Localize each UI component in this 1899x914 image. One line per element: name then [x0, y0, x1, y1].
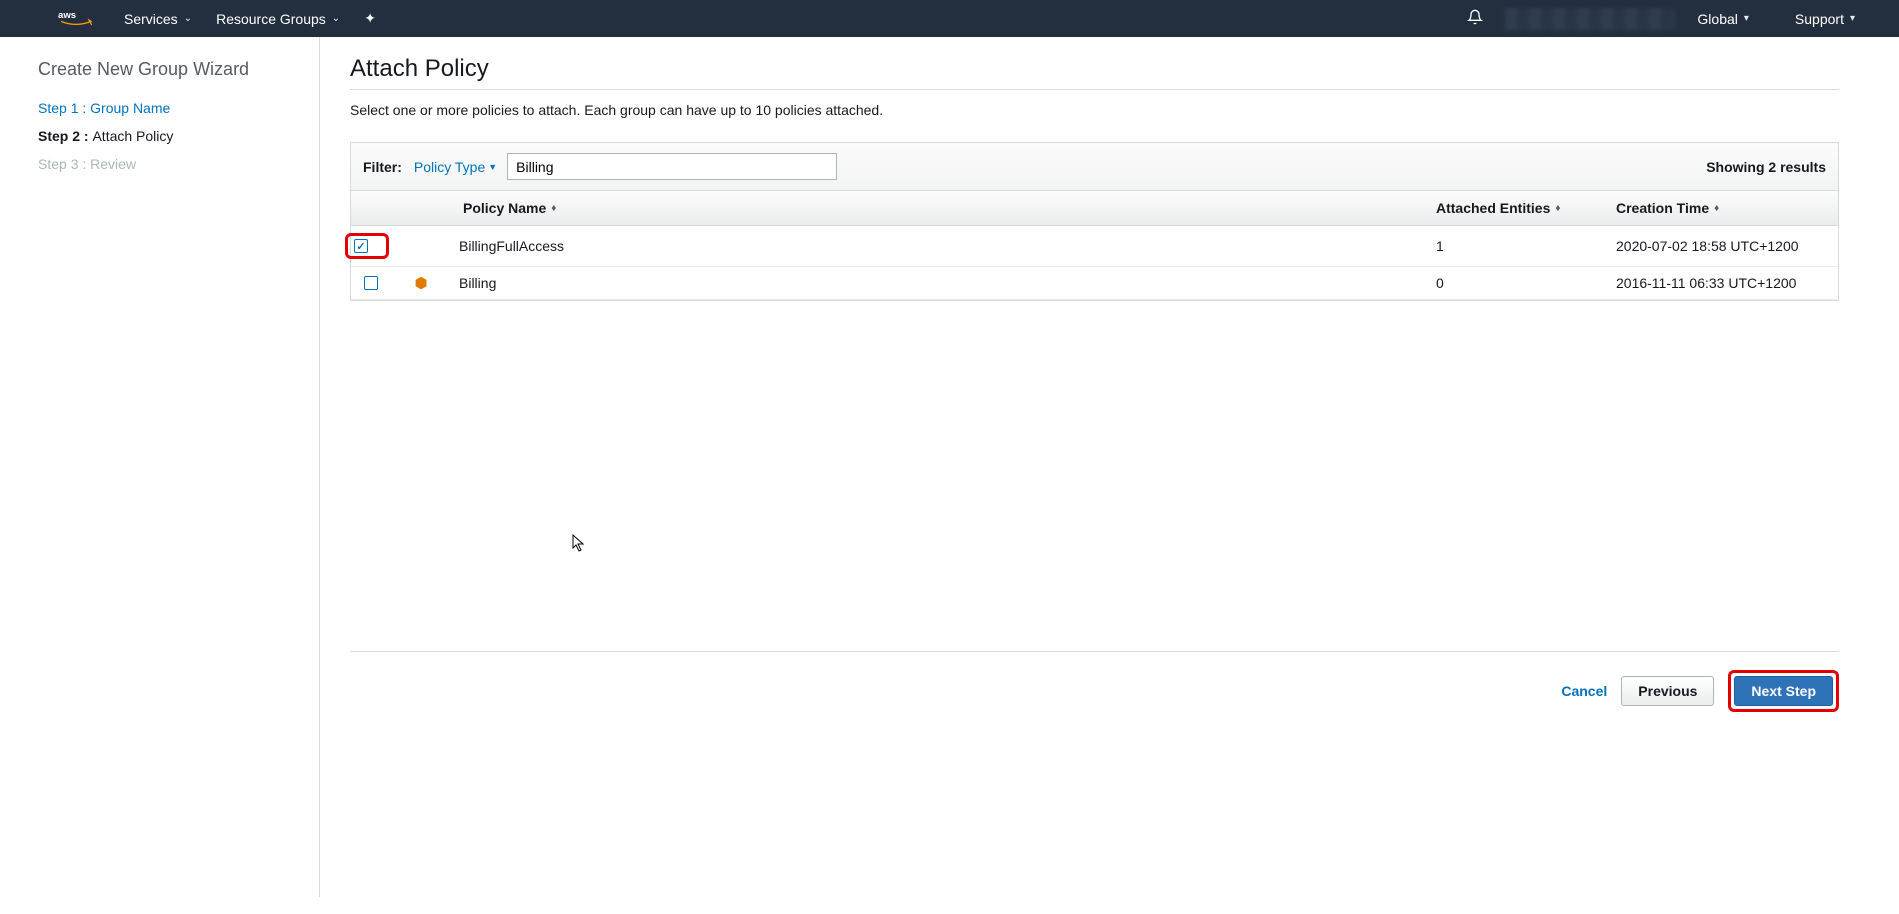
footer-buttons: Cancel Previous Next Step — [350, 651, 1839, 730]
th-attached-label: Attached Entities — [1436, 200, 1550, 216]
checkbox-highlight — [345, 233, 389, 259]
chevron-down-icon: ▾ — [1744, 13, 1749, 24]
top-nav-right: Global ▾ Support ▾ — [1467, 8, 1879, 30]
divider — [350, 89, 1839, 90]
wizard-title: Create New Group Wizard — [38, 59, 293, 80]
wizard-step-2-prefix: Step 2 : — [38, 128, 89, 144]
main: Create New Group Wizard Step 1 : Group N… — [0, 37, 1899, 897]
filter-bar: Filter: Policy Type ▼ Showing 2 results — [351, 143, 1838, 191]
row-checkbox[interactable] — [364, 276, 378, 290]
table-row[interactable]: BillingFullAccess12020-07-02 18:58 UTC+1… — [351, 226, 1838, 267]
cell-policy-icon — [391, 239, 451, 253]
chevron-down-icon: ⌄ — [184, 13, 192, 24]
table-header: Policy Name ♦ Attached Entities ♦ Creati… — [351, 191, 1838, 226]
sort-icon: ♦ — [551, 205, 556, 212]
cell-policy-icon: ⬢ — [391, 267, 451, 299]
cancel-button[interactable]: Cancel — [1561, 683, 1607, 699]
nav-region-label: Global — [1697, 11, 1737, 27]
bell-icon[interactable] — [1467, 9, 1483, 29]
cell-attached: 0 — [1428, 268, 1608, 298]
sidebar: Create New Group Wizard Step 1 : Group N… — [0, 37, 320, 897]
filter-label: Filter: — [363, 159, 402, 175]
nav-services-label: Services — [124, 11, 178, 27]
top-nav: aws Services ⌄ Resource Groups ⌄ ✦ Globa… — [0, 0, 1899, 37]
table-body: BillingFullAccess12020-07-02 18:58 UTC+1… — [351, 226, 1838, 300]
row-checkbox[interactable] — [354, 239, 368, 253]
nav-region[interactable]: Global ▾ — [1697, 11, 1749, 27]
nav-support-label: Support — [1795, 11, 1844, 27]
nav-services[interactable]: Services ⌄ — [124, 11, 192, 27]
wizard-step-2: Step 2 : Attach Policy — [38, 128, 293, 144]
th-attached[interactable]: Attached Entities ♦ — [1428, 191, 1608, 225]
cell-checkbox — [351, 226, 391, 266]
managed-policy-icon: ⬢ — [414, 275, 427, 292]
sort-icon: ♦ — [1714, 205, 1719, 212]
th-policy-name-label: Policy Name — [463, 200, 546, 216]
nav-resource-groups[interactable]: Resource Groups ⌄ — [216, 11, 340, 27]
sort-icon: ♦ — [1555, 205, 1560, 212]
chevron-down-icon: ▾ — [1850, 13, 1855, 24]
previous-button[interactable]: Previous — [1621, 676, 1714, 706]
th-icon — [391, 191, 451, 225]
aws-logo-icon: aws — [58, 8, 94, 30]
page-description: Select one or more policies to attach. E… — [350, 102, 1839, 118]
account-menu[interactable] — [1505, 8, 1675, 30]
content: Attach Policy Select one or more policie… — [320, 37, 1899, 897]
cell-attached: 1 — [1428, 231, 1608, 261]
page-title: Attach Policy — [350, 55, 1839, 83]
nav-resource-groups-label: Resource Groups — [216, 11, 326, 27]
filter-type-dropdown[interactable]: Policy Type ▼ — [414, 159, 497, 175]
aws-logo[interactable]: aws — [58, 8, 94, 30]
cell-checkbox — [351, 269, 391, 297]
th-policy-name[interactable]: Policy Name ♦ — [451, 191, 1428, 225]
wizard-step-1[interactable]: Step 1 : Group Name — [38, 100, 293, 116]
th-creation[interactable]: Creation Time ♦ — [1608, 191, 1838, 225]
nav-support[interactable]: Support ▾ — [1795, 11, 1855, 27]
wizard-step-3: Step 3 : Review — [38, 156, 293, 172]
filter-search-input[interactable] — [507, 153, 837, 180]
wizard-step-2-name: Attach Policy — [92, 128, 173, 144]
chevron-down-icon: ⌄ — [332, 13, 340, 24]
table-row[interactable]: ⬢ Billing02016-11-11 06:33 UTC+1200 — [351, 267, 1838, 300]
cell-creation: 2016-11-11 06:33 UTC+1200 — [1608, 268, 1838, 298]
svg-text:aws: aws — [58, 9, 76, 20]
filter-type-label: Policy Type — [414, 159, 485, 175]
cell-policy-name: Billing — [451, 268, 1428, 298]
th-checkbox — [351, 191, 391, 225]
cursor-icon — [572, 534, 586, 557]
caret-down-icon: ▼ — [488, 162, 497, 172]
next-button-highlight: Next Step — [1728, 670, 1839, 712]
results-count: Showing 2 results — [1706, 159, 1826, 175]
next-step-button[interactable]: Next Step — [1734, 676, 1833, 706]
th-creation-label: Creation Time — [1616, 200, 1709, 216]
cell-policy-name: BillingFullAccess — [451, 231, 1428, 261]
cell-creation: 2020-07-02 18:58 UTC+1200 — [1608, 231, 1838, 261]
policy-table-panel: Filter: Policy Type ▼ Showing 2 results … — [350, 142, 1839, 301]
pin-icon[interactable]: ✦ — [364, 10, 376, 27]
